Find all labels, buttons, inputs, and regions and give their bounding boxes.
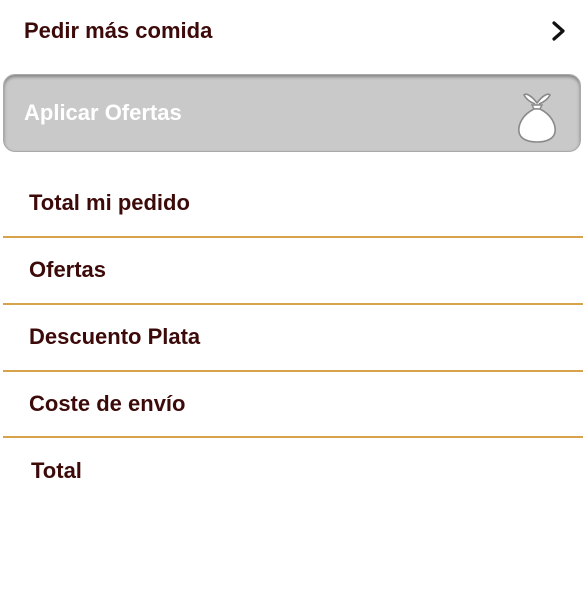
order-total-label: Total mi pedido (29, 190, 190, 215)
delivery-cost-label: Coste de envío (29, 391, 186, 416)
order-more-food-label: Pedir más comida (24, 18, 213, 43)
summary-row-delivery-cost: Coste de envío (3, 371, 583, 437)
summary-row-silver-discount: Descuento Plata (3, 304, 583, 370)
order-more-food-row[interactable]: Pedir más comida (0, 0, 586, 62)
apply-offers-button[interactable]: Aplicar Ofertas (3, 74, 581, 152)
summary-row-offers: Ofertas (3, 237, 583, 303)
apply-offers-label: Aplicar Ofertas (24, 100, 182, 125)
chevron-right-icon (552, 21, 565, 41)
summary-row-total: Total (3, 438, 583, 504)
silver-discount-label: Descuento Plata (29, 324, 201, 349)
bag-icon (518, 93, 556, 143)
offers-label: Ofertas (29, 257, 107, 282)
total-label: Total (31, 458, 82, 483)
summary-row-order-total: Total mi pedido (3, 170, 583, 236)
